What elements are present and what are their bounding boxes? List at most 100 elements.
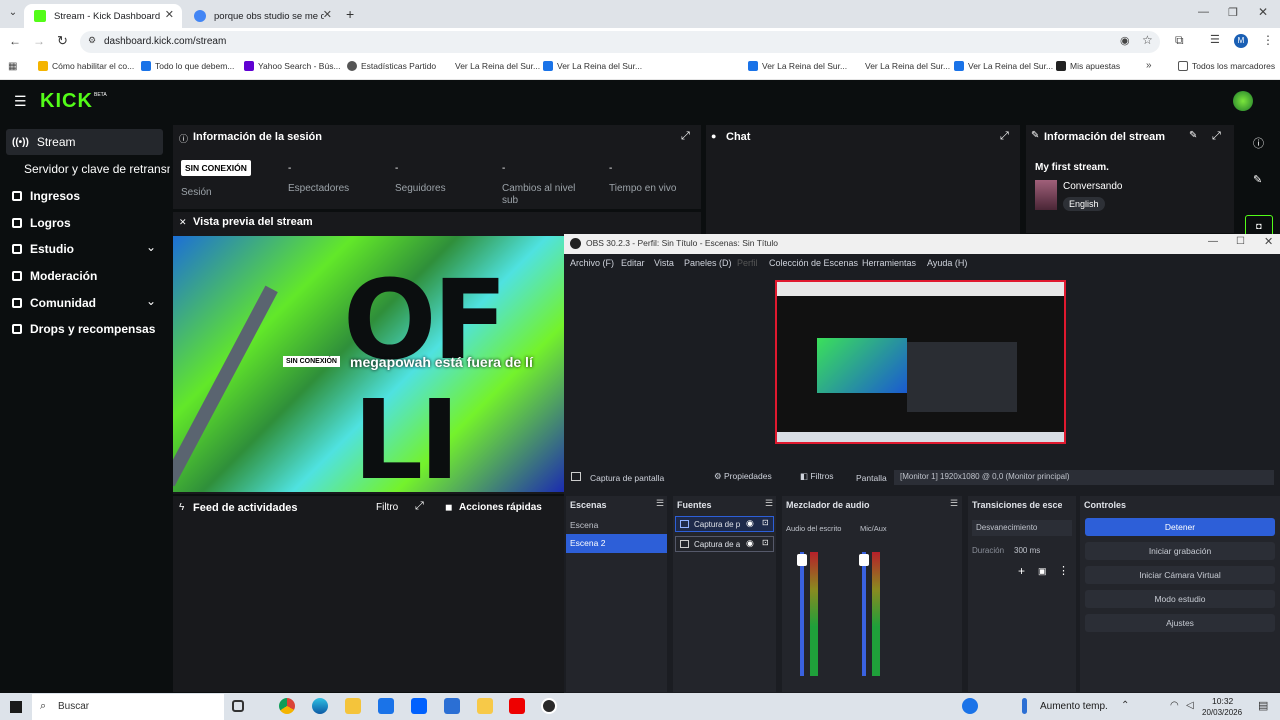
- popout-icon[interactable]: ⤢: [1212, 130, 1221, 143]
- sidebar-item-ingresos[interactable]: Ingresos: [12, 189, 80, 203]
- network-icon[interactable]: ◠: [1170, 700, 1179, 711]
- sidebar-item-logros[interactable]: Logros: [12, 216, 71, 230]
- tab-kick-dashboard[interactable]: Stream - Kick Dashboard ✕: [24, 4, 182, 28]
- reload-icon[interactable]: ↻: [57, 33, 68, 49]
- transition-select[interactable]: Desvanecimiento: [972, 520, 1072, 536]
- chrome-icon[interactable]: [279, 698, 295, 714]
- add-icon[interactable]: +: [1018, 564, 1025, 578]
- obs-menu-scene-collection[interactable]: Colección de Escenas: [769, 258, 858, 268]
- volume-slider[interactable]: [800, 552, 804, 676]
- dropbox-icon[interactable]: [411, 698, 427, 714]
- bookmark-star-icon[interactable]: ☆: [1142, 33, 1153, 47]
- volume-icon[interactable]: ◁: [1186, 700, 1194, 711]
- lock-icon[interactable]: ⊡: [762, 538, 769, 547]
- tray-chevron-icon[interactable]: ⌃: [1121, 700, 1129, 711]
- clock-date[interactable]: 20/03/2026: [1202, 708, 1242, 717]
- sidebar-item-comunidad[interactable]: Comunidad: [12, 296, 96, 310]
- tab-list-button[interactable]: ⌄: [6, 7, 20, 21]
- obs-close-button[interactable]: ✕: [1264, 235, 1273, 248]
- obs-taskbar-icon[interactable]: [541, 698, 557, 714]
- obs-menu-file[interactable]: Archivo (F): [570, 258, 614, 268]
- duration-input[interactable]: 300 ms: [1014, 546, 1040, 555]
- edit-icon[interactable]: ✎: [1253, 173, 1262, 186]
- taskbar-search[interactable]: ⌕ Buscar: [32, 694, 224, 720]
- forward-icon[interactable]: →: [33, 34, 45, 48]
- chevron-down-icon[interactable]: ⌄: [146, 240, 156, 254]
- dock-menu-icon[interactable]: ☰: [656, 498, 664, 509]
- obs-menu-help[interactable]: Ayuda (H): [927, 258, 967, 268]
- store-icon[interactable]: [444, 698, 460, 714]
- close-tab-icon[interactable]: ✕: [165, 8, 174, 21]
- tab-search[interactable]: porque obs studio se me desc ✕: [184, 4, 340, 28]
- maximize-window-button[interactable]: ❐: [1228, 6, 1238, 19]
- more-options-icon[interactable]: ⋮: [1058, 564, 1069, 577]
- sticky-notes-icon[interactable]: [477, 698, 493, 714]
- dock-menu-icon[interactable]: ☰: [765, 498, 773, 509]
- trash-icon[interactable]: ▣: [1038, 566, 1047, 577]
- sidebar-item-drops[interactable]: Drops y recompensas: [12, 322, 155, 336]
- source-item[interactable]: Captura de audio ◉ ⊡: [675, 536, 774, 552]
- eye-icon[interactable]: ◉: [746, 538, 754, 549]
- bookmark-item[interactable]: Estadísticas Partido: [347, 61, 436, 71]
- extensions-icon[interactable]: ⧉: [1175, 33, 1184, 48]
- start-virtual-camera-button[interactable]: Iniciar Cámara Virtual: [1085, 566, 1275, 584]
- menu-kebab-icon[interactable]: ⋮: [1262, 33, 1274, 47]
- popout-icon[interactable]: ⤢: [681, 130, 690, 143]
- notification-icon[interactable]: ▤: [1258, 699, 1268, 712]
- filters-button[interactable]: ◧ Filtros: [800, 471, 834, 482]
- bookmark-item[interactable]: Ver La Reina del Sur...: [851, 61, 950, 71]
- category-name[interactable]: Conversando: [1063, 181, 1122, 192]
- clock-time[interactable]: 10:32: [1212, 696, 1233, 706]
- mail-icon[interactable]: [378, 698, 394, 714]
- start-recording-button[interactable]: Iniciar grabación: [1085, 542, 1275, 560]
- help-icon[interactable]: [962, 698, 978, 714]
- hamburger-menu-icon[interactable]: ☰: [14, 93, 27, 110]
- new-tab-button[interactable]: +: [346, 6, 354, 22]
- edit-icon[interactable]: ✎: [1189, 130, 1197, 141]
- obs-menu-profile[interactable]: Perfil: [737, 258, 758, 268]
- back-icon[interactable]: ←: [9, 34, 21, 48]
- dock-menu-icon[interactable]: ☰: [950, 498, 958, 509]
- screen-select[interactable]: [Monitor 1] 1920x1080 @ 0,0 (Monitor pri…: [894, 470, 1274, 485]
- volume-fader-handle[interactable]: [797, 554, 807, 566]
- sidebar-item-estudio[interactable]: Estudio: [12, 242, 74, 256]
- kick-logo[interactable]: KICK: [40, 90, 93, 113]
- properties-button[interactable]: ⚙ Propiedades: [714, 471, 772, 482]
- bookmark-item[interactable]: Mis apuestas: [1056, 61, 1120, 71]
- obs-menu-edit[interactable]: Editar: [621, 258, 645, 268]
- avatar[interactable]: [1233, 91, 1253, 111]
- obs-menu-view[interactable]: Vista: [654, 258, 674, 268]
- more-bookmarks-icon[interactable]: »: [1146, 60, 1152, 71]
- close-window-button[interactable]: ✕: [1258, 5, 1268, 19]
- popout-icon[interactable]: ⤢: [415, 500, 424, 513]
- volume-slider[interactable]: [862, 552, 866, 676]
- chevron-down-icon[interactable]: ⌄: [146, 294, 156, 308]
- bookmark-item[interactable]: Ver La Reina del Sur...: [954, 61, 1053, 71]
- stop-streaming-button[interactable]: Detener: [1085, 518, 1275, 536]
- obs-preview-canvas[interactable]: [775, 280, 1066, 444]
- lock-icon[interactable]: ⊡: [762, 518, 769, 527]
- sidebar-item-moderacion[interactable]: Moderación: [12, 269, 97, 283]
- close-tab-icon[interactable]: ✕: [323, 8, 332, 21]
- address-bar[interactable]: ⚙ dashboard.kick.com/stream ◉ ☆: [80, 31, 1160, 53]
- sidebar-item-server-key[interactable]: Servidor y clave de retransmisión: [24, 162, 170, 176]
- obs-menu-docks[interactable]: Paneles (D): [684, 258, 732, 268]
- obs-minimize-button[interactable]: —: [1208, 236, 1218, 247]
- obs-maximize-button[interactable]: ☐: [1236, 236, 1245, 247]
- popout-icon[interactable]: ⤢: [1000, 130, 1009, 143]
- windows-start-icon[interactable]: [10, 701, 22, 713]
- site-info-icon[interactable]: ⚙: [88, 35, 96, 46]
- bookmark-item[interactable]: Ver La Reina del Sur...: [441, 61, 540, 71]
- bookmark-item[interactable]: Todo lo que debem...: [141, 61, 234, 71]
- task-view-icon[interactable]: [232, 700, 244, 712]
- edge-icon[interactable]: [312, 698, 328, 714]
- avatar[interactable]: M: [1234, 34, 1248, 48]
- all-bookmarks-folder[interactable]: Todos los marcadores: [1178, 61, 1275, 71]
- youtube-icon[interactable]: [509, 698, 525, 714]
- scene-item-selected[interactable]: Escena 2: [566, 534, 667, 553]
- eye-off-icon[interactable]: ◉: [1120, 34, 1130, 47]
- weather-text[interactable]: Aumento temp.: [1040, 701, 1108, 712]
- bookmark-item[interactable]: Yahoo Search - Bús...: [244, 61, 341, 71]
- filter-button[interactable]: Filtro: [376, 502, 398, 513]
- studio-mode-button[interactable]: Modo estudio: [1085, 590, 1275, 608]
